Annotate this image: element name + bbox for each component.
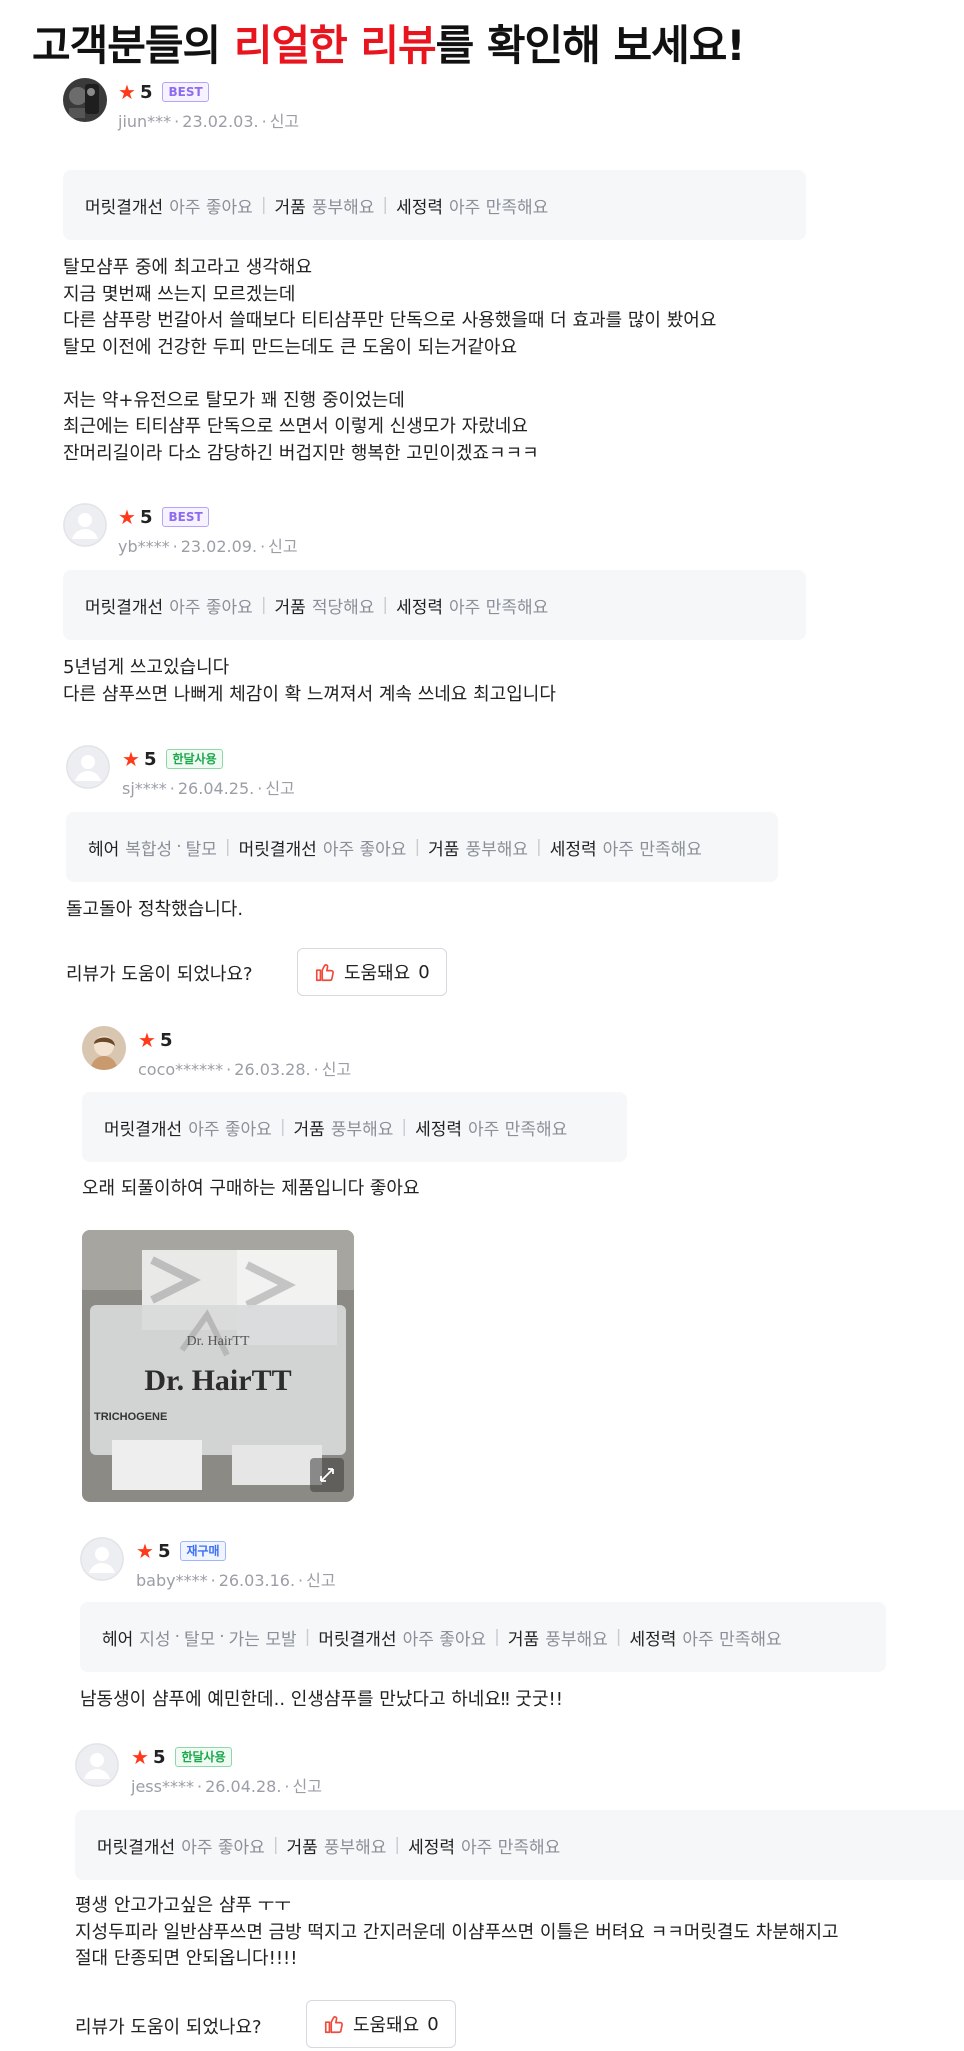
username: coco******	[138, 1060, 224, 1079]
thumbs-up-icon	[324, 2016, 343, 2034]
rating-value: 5	[143, 748, 157, 770]
review-meta: jess**** · 26.04.28. · 신고	[131, 1777, 322, 1796]
helpful-button[interactable]: 도움돼요 0	[306, 2000, 456, 2048]
default-avatar-icon	[66, 745, 110, 789]
helpful-question: 리뷰가 도움이 되었나요?	[75, 2017, 262, 2038]
rating-value: 5	[152, 1746, 166, 1768]
rating: ★ 5 재구매	[136, 1539, 226, 1563]
badge-month-use: 한달사용	[166, 749, 223, 769]
helpful-question: 리뷰가 도움이 되었나요?	[66, 964, 253, 985]
username: jess****	[131, 1777, 194, 1796]
star-icon: ★	[118, 505, 136, 529]
expand-icon[interactable]	[310, 1458, 344, 1492]
helpful-button[interactable]: 도움돼요 0	[297, 948, 447, 996]
review-item: ★ 5 한달사용 sj**** · 26.04.25. · 신고 헤어 복합성 · 탈모 | 머…	[0, 745, 964, 996]
review-options: 머릿결개선 아주 좋아요 | 거품 적당해요 | 세정력 아주 만족해요	[63, 570, 806, 640]
rating: ★ 5 한달사용	[122, 747, 223, 771]
star-icon: ★	[122, 747, 140, 771]
badge-month-use: 한달사용	[175, 1747, 232, 1767]
star-icon: ★	[118, 80, 136, 104]
photo-brand-small: Dr. HairTT	[187, 1334, 250, 1349]
rating: ★ 5 한달사용	[131, 1745, 232, 1769]
review-date: 23.02.09.	[180, 537, 258, 556]
review-text: 탈모샴푸 중에 최고라고 생각해요 지금 몇번째 쓰는지 모르겠는데 다른 샴푸…	[63, 257, 717, 464]
review-options: 헤어 복합성 · 탈모 | 머릿결개선 아주 좋아요 | 거품 풍부해요 | 세정력 아주 만족해…	[66, 812, 778, 882]
helpful-label: 도움돼요	[353, 2015, 420, 2036]
star-icon: ★	[138, 1028, 156, 1052]
review-item: ★ 5 coco****** · 26.03.28. · 신고 머릿결개선 아주 좋아요 |…	[0, 1026, 964, 1502]
review-item: ★ 5 BEST jiun*** · 23.02.03. · 신고 머릿결개선 아주 좋아…	[0, 78, 964, 464]
default-avatar-icon	[80, 1537, 124, 1581]
avatar	[82, 1026, 126, 1070]
review-options: 머릿결개선 아주 좋아요 | 거품 풍부해요 | 세정력 아주 만족해요	[75, 1810, 964, 1880]
photo-brand: Dr. HairTT	[144, 1364, 291, 1397]
review-photo[interactable]: Dr. HairTT Dr. HairTT TRICHOGENE	[82, 1230, 354, 1502]
default-avatar-icon	[63, 503, 107, 547]
helpful-label: 도움돼요	[344, 963, 411, 984]
helpful-count: 0	[418, 961, 430, 983]
review-item: ★ 5 재구매 baby**** · 26.03.16. · 신고 헤어 지성 · 탈모 · 가는…	[0, 1537, 964, 1710]
review-meta: yb**** · 23.02.09. · 신고	[118, 537, 298, 556]
review-text: 남동생이 샴푸에 예민한데.. 인생샴푸를 만났다고 하네요‼ 굿굿!!	[80, 1689, 563, 1710]
rating-value: 5	[157, 1540, 171, 1562]
review-options: 머릿결개선 아주 좋아요 | 거품 풍부해요 | 세정력 아주 만족해요	[82, 1092, 627, 1162]
rating-value: 5	[139, 506, 153, 528]
avatar	[63, 78, 107, 122]
review-options: 머릿결개선 아주 좋아요 | 거품 풍부해요 | 세정력 아주 만족해요	[63, 170, 806, 240]
star-icon: ★	[136, 1539, 154, 1563]
review-date: 26.03.28.	[234, 1060, 311, 1079]
review-item: ★ 5 BEST yb**** · 23.02.09. · 신고 머릿결개선 아주 좋아요…	[0, 503, 964, 705]
review-item: ★ 5 한달사용 jess**** · 26.04.28. · 신고 머릿결개선 아주 좋…	[0, 1743, 964, 2048]
review-meta: jiun*** · 23.02.03. · 신고	[118, 112, 300, 131]
review-text: 평생 안고가고싶은 샴푸 ㅜㅜ 지성두피라 일반샴푸쓰면 금방 떡지고 간지러운…	[75, 1895, 839, 1969]
rating-value: 5	[159, 1029, 173, 1051]
helpful-count: 0	[427, 2013, 439, 2035]
review-meta: baby**** · 26.03.16. · 신고	[136, 1571, 336, 1590]
report-link[interactable]: 신고	[293, 1777, 322, 1796]
username: sj****	[122, 779, 167, 798]
default-avatar-icon	[75, 1743, 119, 1787]
thumbs-up-icon	[315, 964, 334, 982]
review-meta: sj**** · 26.04.25. · 신고	[122, 779, 295, 798]
review-date: 26.04.28.	[205, 1777, 282, 1796]
report-link[interactable]: 신고	[322, 1060, 351, 1079]
review-text: 오래 되풀이하여 구매하는 제품입니다 좋아요	[82, 1178, 420, 1199]
headline-text-end: 를 확인해 보세요!	[435, 21, 746, 70]
review-date: 26.04.25.	[177, 779, 255, 798]
report-link[interactable]: 신고	[265, 779, 294, 798]
report-link[interactable]: 신고	[306, 1571, 335, 1590]
username: baby****	[136, 1571, 208, 1590]
username: jiun***	[118, 112, 172, 131]
report-link[interactable]: 신고	[268, 537, 297, 556]
badge-best: BEST	[162, 82, 209, 102]
star-icon: ★	[131, 1745, 149, 1769]
headline-text: 고객분들의	[32, 21, 234, 70]
review-date: 23.02.03.	[182, 112, 259, 131]
badge-rebuy: 재구매	[180, 1541, 226, 1561]
review-date: 26.03.16.	[218, 1571, 296, 1590]
badge-best: BEST	[162, 507, 209, 527]
rating-value: 5	[139, 81, 153, 103]
report-link[interactable]: 신고	[270, 112, 299, 131]
review-meta: coco****** · 26.03.28. · 신고	[138, 1060, 352, 1079]
photo-brand-sub: TRICHOGENE	[94, 1411, 167, 1423]
rating: ★ 5	[138, 1028, 172, 1052]
headline-highlight: 리얼한 리뷰	[233, 21, 437, 70]
page-headline: 고객분들의 리얼한 리뷰를 확인해 보세요!	[32, 12, 746, 73]
rating: ★ 5 BEST	[118, 505, 209, 529]
review-options: 헤어 지성 · 탈모 · 가는 모발 | 머릿결개선 아주 좋아요 | 거품 풍부해요 | 세정력 아…	[80, 1602, 886, 1672]
review-text: 5년넘게 쓰고있습니다 다른 샴푸쓰면 나뻐게 체감이 확 느껴져서 계속 쓰네…	[63, 657, 556, 705]
rating: ★ 5 BEST	[118, 80, 209, 104]
username: yb****	[118, 537, 170, 556]
review-text: 돌고돌아 정착했습니다.	[66, 899, 244, 920]
